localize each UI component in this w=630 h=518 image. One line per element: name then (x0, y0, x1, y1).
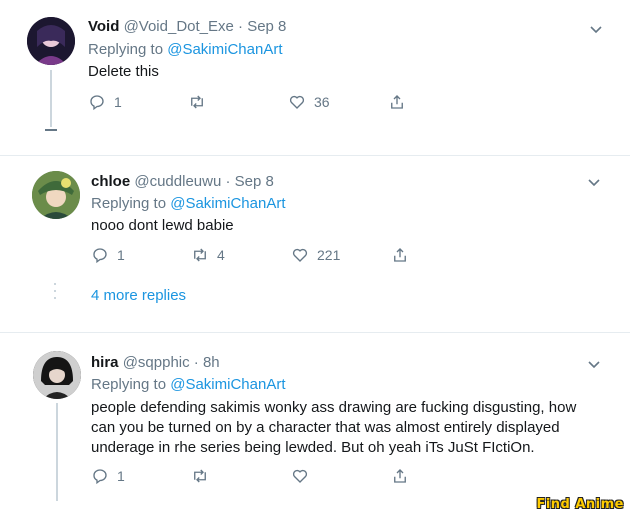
tweet-header: chloe @cuddleuwu · Sep 8 (91, 172, 274, 192)
divider (0, 332, 630, 333)
display-name[interactable]: Void (88, 18, 119, 35)
reply-icon (93, 248, 107, 264)
retweet-button[interactable] (191, 467, 217, 485)
share-icon (394, 469, 406, 483)
retweet-icon (191, 95, 203, 109)
like-count: 36 (314, 94, 330, 110)
reply-icon (93, 469, 107, 485)
heart-icon (292, 469, 308, 483)
share-icon (391, 95, 403, 109)
replying-prefix: Replying to (91, 376, 171, 393)
tweet-text: nooo dont lewd babie (91, 217, 234, 234)
replying-to: Replying to @SakimiChanArt (91, 375, 285, 395)
retweet-button[interactable]: 4 (191, 246, 225, 264)
share-button[interactable] (391, 467, 417, 485)
tweet-text: Delete this (88, 63, 159, 80)
thread-line (50, 70, 52, 127)
retweet-icon (194, 248, 206, 262)
timestamp[interactable]: Sep 8 (247, 18, 286, 35)
replying-prefix: Replying to (88, 41, 168, 58)
tweet-header: hira @sqpphic · 8h (91, 353, 220, 373)
thread-end-tick (45, 129, 57, 131)
tweet-text-line: can you be turned on by a character that… (91, 419, 560, 436)
retweet-count: 4 (217, 247, 225, 263)
thread-dots (54, 283, 56, 304)
watermark-logo: Find Anime (536, 497, 624, 512)
like-count: 221 (317, 247, 341, 263)
reply-button[interactable]: 1 (91, 246, 125, 264)
like-button[interactable]: 221 (291, 246, 340, 264)
avatar[interactable] (27, 17, 75, 65)
heart-icon (289, 95, 305, 109)
user-handle[interactable]: @cuddleuwu (134, 173, 221, 190)
replying-to-link[interactable]: @SakimiChanArt (170, 376, 285, 393)
reply-count: 1 (117, 468, 125, 484)
display-name[interactable]: chloe (91, 173, 130, 190)
chevron-down-icon[interactable] (586, 174, 602, 190)
share-icon (394, 248, 406, 262)
divider (0, 155, 630, 156)
more-replies-link[interactable]: 4 more replies (91, 287, 186, 304)
replying-to-link[interactable]: @SakimiChanArt (167, 41, 282, 58)
display-name[interactable]: hira (91, 354, 119, 371)
reply-count: 1 (117, 247, 125, 263)
tweet-text: people defending sakimis wonky ass drawi… (91, 398, 621, 458)
chevron-down-icon[interactable] (586, 356, 602, 372)
reply-icon (90, 95, 104, 111)
like-button[interactable]: 36 (288, 93, 330, 111)
timestamp[interactable]: 8h (203, 354, 220, 371)
share-button[interactable] (388, 93, 414, 111)
avatar[interactable] (32, 171, 80, 219)
heart-icon (292, 248, 308, 262)
replying-prefix: Replying to (91, 195, 171, 212)
user-handle[interactable]: @sqpphic (123, 354, 190, 371)
timestamp[interactable]: Sep 8 (235, 173, 274, 190)
avatar[interactable] (33, 351, 81, 399)
share-button[interactable] (391, 246, 417, 264)
like-button[interactable] (291, 467, 317, 485)
retweet-button[interactable] (188, 93, 214, 111)
separator-dot: · (225, 173, 231, 190)
reply-button[interactable]: 1 (91, 467, 125, 485)
reply-count: 1 (114, 94, 122, 110)
separator-dot: · (193, 354, 199, 371)
retweet-icon (194, 469, 206, 483)
thread-line (56, 403, 58, 501)
chevron-down-icon[interactable] (588, 21, 604, 37)
replying-to: Replying to @SakimiChanArt (88, 40, 282, 60)
replying-to: Replying to @SakimiChanArt (91, 194, 285, 214)
tweet-text-line: people defending sakimis wonky ass drawi… (91, 399, 577, 416)
separator-dot: · (238, 18, 244, 35)
tweet-header: Void @Void_Dot_Exe · Sep 8 (88, 17, 286, 37)
tweet-text-line: underage in rhe series being lewded. But… (91, 439, 535, 456)
replying-to-link[interactable]: @SakimiChanArt (170, 195, 285, 212)
reply-button[interactable]: 1 (88, 93, 122, 111)
user-handle[interactable]: @Void_Dot_Exe (124, 18, 234, 35)
